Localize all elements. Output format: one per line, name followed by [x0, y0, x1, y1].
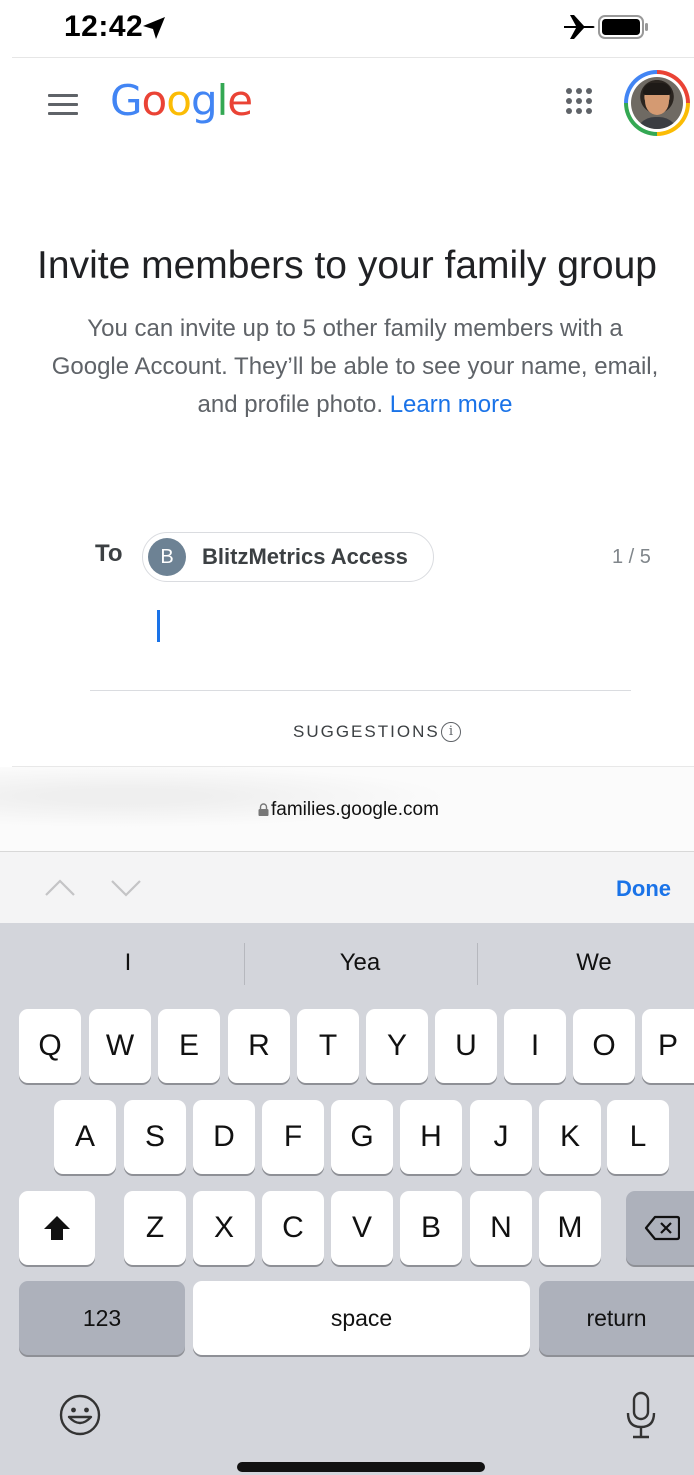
location-arrow-icon [143, 17, 165, 39]
account-avatar[interactable] [624, 70, 690, 136]
key-h[interactable]: H [400, 1100, 462, 1174]
prediction-divider [477, 943, 478, 985]
member-counter: 1 / 5 [612, 546, 651, 568]
key-a[interactable]: A [54, 1100, 116, 1174]
airplane-icon [564, 15, 595, 39]
prediction-bar: I Yea We [0, 923, 694, 1005]
key-y[interactable]: Y [366, 1009, 428, 1083]
learn-more-link[interactable]: Learn more [390, 391, 513, 418]
key-z[interactable]: Z [124, 1191, 186, 1265]
key-p[interactable]: P [642, 1009, 694, 1083]
key-i[interactable]: I [504, 1009, 566, 1083]
recipient-name: BlitzMetrics Access [202, 544, 408, 569]
to-label: To [95, 540, 123, 567]
key-e[interactable]: E [158, 1009, 220, 1083]
key-t[interactable]: T [297, 1009, 359, 1083]
recipient-input-caret[interactable] [157, 610, 160, 642]
keyboard-toolbar: Done [0, 851, 694, 923]
logo-letter: e [227, 76, 253, 125]
numbers-key[interactable]: 123 [19, 1281, 185, 1355]
key-b[interactable]: B [400, 1191, 462, 1265]
backspace-icon [644, 1215, 680, 1241]
key-j[interactable]: J [470, 1100, 532, 1174]
recipient-avatar: B [148, 538, 186, 576]
chevron-up-icon[interactable] [44, 878, 76, 898]
shift-icon [44, 1216, 70, 1240]
chevron-down-icon[interactable] [110, 878, 142, 898]
key-s[interactable]: S [124, 1100, 186, 1174]
logo-letter: G [110, 76, 143, 125]
home-indicator[interactable] [237, 1462, 485, 1472]
space-key[interactable]: space [193, 1281, 530, 1355]
key-r[interactable]: R [228, 1009, 290, 1083]
key-f[interactable]: F [262, 1100, 324, 1174]
info-icon[interactable]: i [441, 722, 461, 742]
logo-letter: o [141, 76, 168, 125]
logo-letter: o [166, 76, 192, 125]
key-u[interactable]: U [435, 1009, 497, 1083]
shift-key[interactable] [19, 1191, 95, 1265]
key-q[interactable]: Q [19, 1009, 81, 1083]
google-header: Google [0, 58, 694, 158]
logo-letter: g [190, 76, 218, 125]
key-m[interactable]: M [539, 1191, 601, 1265]
description-text: You can invite up to 5 other family memb… [51, 315, 659, 418]
microphone-icon[interactable] [624, 1391, 658, 1441]
field-underline [90, 690, 631, 691]
key-k[interactable]: K [539, 1100, 601, 1174]
done-button[interactable]: Done [616, 876, 671, 902]
keyboard: I Yea We Q W E R T Y U I O P A S D F G H… [0, 923, 694, 1475]
page-title: Invite members to your family group [37, 244, 657, 287]
delete-key[interactable] [626, 1191, 694, 1265]
key-n[interactable]: N [470, 1191, 532, 1265]
battery-icon [598, 15, 648, 39]
logo-letter: l [216, 76, 229, 125]
prediction-2[interactable]: Yea [260, 949, 460, 977]
key-c[interactable]: C [262, 1191, 324, 1265]
key-o[interactable]: O [573, 1009, 635, 1083]
key-g[interactable]: G [331, 1100, 393, 1174]
url-display[interactable]: families.google.com [258, 799, 439, 821]
menu-icon[interactable] [48, 94, 78, 116]
key-w[interactable]: W [89, 1009, 151, 1083]
key-l[interactable]: L [607, 1100, 669, 1174]
emoji-icon[interactable] [58, 1393, 102, 1437]
key-x[interactable]: X [193, 1191, 255, 1265]
status-bar: 12:42 [0, 0, 694, 56]
return-key[interactable]: return [539, 1281, 694, 1355]
page-description: You can invite up to 5 other family memb… [50, 310, 660, 424]
profile-photo [631, 77, 683, 129]
prediction-3[interactable]: We [494, 949, 694, 977]
suggestions-heading: SUGGESTIONS [293, 722, 440, 741]
key-v[interactable]: V [331, 1191, 393, 1265]
status-time: 12:42 [64, 10, 144, 43]
key-d[interactable]: D [193, 1100, 255, 1174]
recipient-chip[interactable]: B BlitzMetrics Access [142, 532, 434, 582]
prediction-1[interactable]: I [28, 949, 228, 977]
google-logo[interactable]: Google [110, 76, 253, 125]
apps-grid-icon[interactable] [566, 88, 594, 116]
prediction-divider [244, 943, 245, 985]
url-text: families.google.com [271, 799, 439, 820]
lock-icon [258, 803, 269, 816]
